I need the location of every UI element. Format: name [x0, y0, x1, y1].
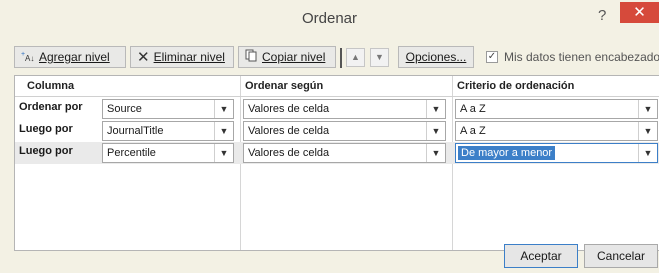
svg-text:A↓: A↓ [25, 54, 34, 63]
has-headers-checkbox[interactable]: ✓ [486, 51, 498, 63]
delete-icon: ✕ [137, 49, 150, 66]
copy-level-label: Copiar nivel [262, 50, 326, 64]
column-header: Columna [27, 80, 75, 92]
column-select-value: JournalTitle [107, 125, 164, 137]
sort-on-select-value: Valores de celda [248, 125, 330, 137]
add-level-button[interactable]: + A↓ Agregar nivel [14, 46, 126, 68]
header-divider [15, 96, 659, 97]
order-header: Criterio de ordenación [457, 80, 575, 92]
has-headers-label: Mis datos tienen encabezados [504, 50, 659, 64]
move-down-button[interactable]: ▼ [370, 48, 389, 67]
close-button[interactable]: ✕ [620, 2, 659, 23]
cancel-button[interactable]: Cancelar [584, 244, 658, 268]
copy-level-button[interactable]: Copiar nivel [238, 46, 336, 68]
sort-on-select-value: Valores de celda [248, 147, 330, 159]
chevron-down-icon[interactable]: ▼ [426, 144, 445, 162]
column-select-value: Percentile [107, 147, 156, 159]
sort-levels-grid: Columna Ordenar según Criterio de ordena… [14, 75, 659, 251]
add-level-label: Agregar nivel [39, 50, 110, 64]
chevron-down-icon[interactable]: ▼ [214, 122, 233, 140]
options-button[interactable]: Opciones... [398, 46, 474, 68]
order-select-value: A a Z [460, 125, 486, 137]
sort-on-select-value: Valores de celda [248, 103, 330, 115]
dialog-title: Ordenar [301, 10, 358, 27]
chevron-down-icon[interactable]: ▼ [426, 100, 445, 118]
sort-on-select[interactable]: Valores de celda ▼ [243, 121, 446, 141]
chevron-down-icon[interactable]: ▼ [638, 144, 657, 162]
order-select[interactable]: A a Z ▼ [455, 121, 658, 141]
column-select[interactable]: Source ▼ [102, 99, 234, 119]
sort-on-select[interactable]: Valores de celda ▼ [243, 99, 446, 119]
chevron-down-icon[interactable]: ▼ [426, 122, 445, 140]
row-label: Luego por [19, 123, 73, 135]
row-label: Luego por [19, 145, 73, 157]
toolbar: + A↓ Agregar nivel ✕ Eliminar nivel Copia… [0, 40, 659, 74]
order-select[interactable]: A a Z ▼ [455, 99, 658, 119]
sort-on-select[interactable]: Valores de celda ▼ [243, 143, 446, 163]
delete-level-button[interactable]: ✕ Eliminar nivel [130, 46, 234, 68]
title-bar: Ordenar ? ✕ [0, 0, 659, 38]
order-select[interactable]: De mayor a menor ▼ [455, 143, 658, 163]
sort-level-row[interactable]: Luego por JournalTitle ▼ Valores de celd… [15, 120, 659, 142]
order-select-value: De mayor a menor [458, 146, 556, 160]
toolbar-separator [340, 48, 342, 68]
chevron-down-icon[interactable]: ▼ [638, 122, 657, 140]
accept-button[interactable]: Aceptar [504, 244, 578, 268]
help-button[interactable]: ? [598, 7, 606, 24]
column-select-value: Source [107, 103, 142, 115]
order-select-value: A a Z [460, 103, 486, 115]
chevron-down-icon[interactable]: ▼ [638, 100, 657, 118]
row-label: Ordenar por [19, 101, 83, 113]
move-up-button[interactable]: ▲ [346, 48, 365, 67]
options-label: Opciones... [405, 50, 467, 64]
delete-level-label: Eliminar nivel [153, 50, 225, 64]
column-select[interactable]: Percentile ▼ [102, 143, 234, 163]
sort-level-row-selected[interactable]: Luego por Percentile ▼ Valores de celda … [15, 142, 659, 164]
add-level-icon: + A↓ [21, 49, 35, 66]
copy-icon [245, 49, 258, 65]
sort-level-row[interactable]: Ordenar por Source ▼ Valores de celda ▼ … [15, 98, 659, 120]
chevron-down-icon[interactable]: ▼ [214, 100, 233, 118]
sort-on-header: Ordenar según [245, 80, 324, 92]
column-select[interactable]: JournalTitle ▼ [102, 121, 234, 141]
chevron-down-icon[interactable]: ▼ [214, 144, 233, 162]
